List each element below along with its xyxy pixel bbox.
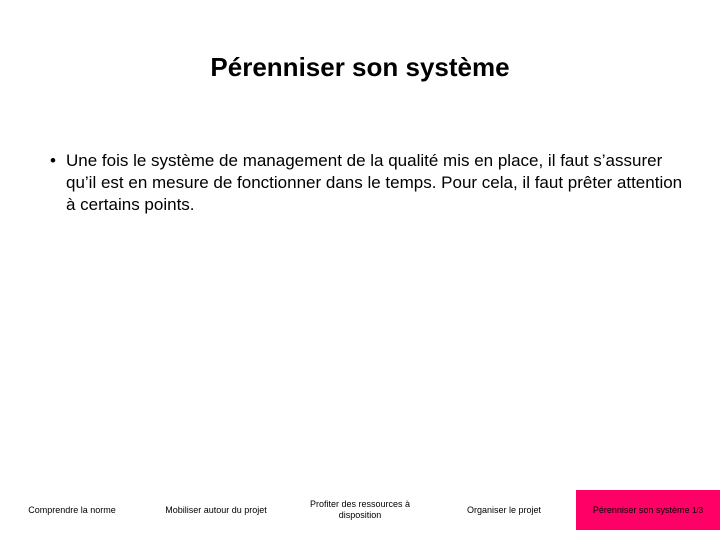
nav-current-page: 1/3 <box>692 506 703 515</box>
nav-item-current[interactable]: Pérenniser son système 1/3 <box>576 490 720 530</box>
nav-item-comprendre[interactable]: Comprendre la norme <box>0 490 144 530</box>
nav-item-label: Comprendre la norme <box>28 505 116 516</box>
nav-item-organiser[interactable]: Organiser le projet <box>432 490 576 530</box>
nav-item-label: Organiser le projet <box>467 505 541 516</box>
bullet-item: • Une fois le système de management de l… <box>48 150 690 216</box>
bullet-text: Une fois le système de management de la … <box>66 150 690 216</box>
slide: Pérenniser son système • Une fois le sys… <box>0 0 720 540</box>
bottom-nav: Comprendre la norme Mobiliser autour du … <box>0 490 720 530</box>
slide-body: • Une fois le système de management de l… <box>48 150 690 216</box>
nav-item-label: Profiter des ressources à disposition <box>292 499 428 521</box>
bullet-marker: • <box>48 150 66 172</box>
nav-item-mobiliser[interactable]: Mobiliser autour du projet <box>144 490 288 530</box>
nav-current-label: Pérenniser son système <box>593 505 690 515</box>
nav-current-wrap: Pérenniser son système 1/3 <box>593 505 703 516</box>
nav-item-label: Mobiliser autour du projet <box>165 505 267 516</box>
slide-title: Pérenniser son système <box>0 52 720 83</box>
nav-item-profiter[interactable]: Profiter des ressources à disposition <box>288 490 432 530</box>
